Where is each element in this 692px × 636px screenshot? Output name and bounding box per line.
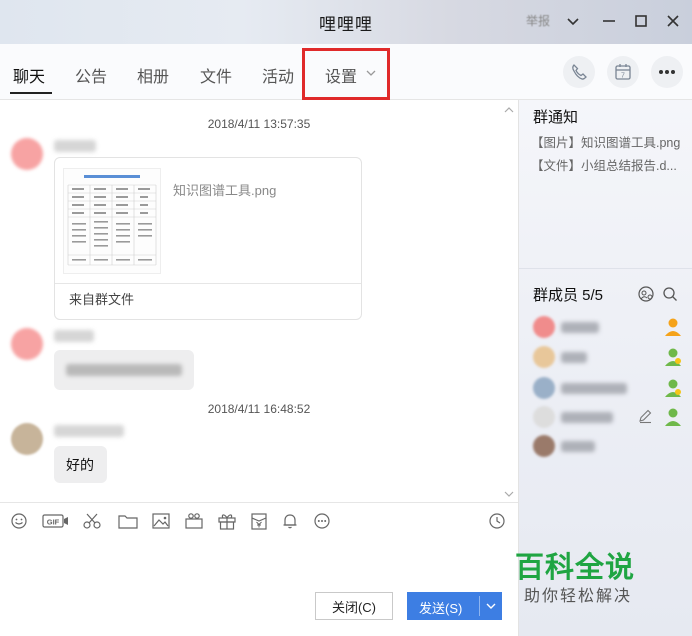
tab-bar: 聊天 公告 相册 文件 活动 设置 7: [0, 44, 692, 100]
member-name: [561, 352, 587, 363]
file-name[interactable]: 知识图谱工具.png: [173, 180, 276, 199]
file-thumbnail: [63, 168, 161, 274]
close-icon[interactable]: [662, 10, 684, 32]
scissors-icon[interactable]: [82, 512, 102, 530]
member-row[interactable]: [533, 404, 683, 430]
svg-text:GIF: GIF: [47, 518, 60, 527]
chevron-down-icon[interactable]: [562, 10, 584, 32]
tab-chat[interactable]: 聊天: [13, 63, 45, 87]
message-bubble[interactable]: [54, 350, 194, 390]
tab-activity[interactable]: 活动: [262, 63, 294, 87]
avatar[interactable]: [11, 328, 43, 360]
phone-icon[interactable]: [563, 56, 595, 88]
member-row[interactable]: [533, 433, 683, 459]
group-owner-icon: [663, 316, 683, 338]
avatar: [533, 377, 555, 399]
chat-messages[interactable]: 2018/4/11 13:57:35 知识图谱工具.png 来自群文件 2018…: [0, 100, 518, 502]
tab-announcement[interactable]: 公告: [75, 63, 107, 87]
member-row[interactable]: [533, 314, 683, 340]
send-button-divider: [479, 596, 480, 616]
more-icon[interactable]: [651, 56, 683, 88]
avatar: [533, 435, 555, 457]
avatar[interactable]: [11, 423, 43, 455]
bell-icon[interactable]: [280, 512, 300, 530]
tab-files[interactable]: 文件: [200, 63, 232, 87]
title-bar: 哩哩哩 举报: [0, 0, 692, 44]
folder-icon[interactable]: [118, 512, 138, 530]
sender-nickname: [54, 330, 94, 342]
message-bubble[interactable]: 好的: [54, 446, 107, 483]
avatar[interactable]: [11, 138, 43, 170]
send-button[interactable]: 发送(S): [407, 592, 502, 620]
member-icon: [663, 406, 683, 428]
member-settings-icon[interactable]: [637, 285, 655, 308]
edit-pencil-icon[interactable]: [637, 408, 653, 429]
history-clock-icon[interactable]: [487, 512, 507, 530]
panel-divider: [519, 268, 692, 269]
gif-icon[interactable]: GIF: [42, 512, 70, 530]
watermark-slogan: 助你轻松解决: [524, 588, 633, 605]
avatar: [533, 316, 555, 338]
file-source-label: 来自群文件: [69, 292, 135, 307]
file-card-divider: [55, 283, 361, 284]
image-icon[interactable]: [151, 512, 171, 530]
send-button-label: 发送(S): [419, 601, 463, 616]
more-circle-icon[interactable]: [312, 512, 332, 530]
member-name: [561, 383, 627, 394]
sender-nickname: [54, 140, 96, 152]
member-name: [561, 322, 599, 333]
screen-share-icon[interactable]: [184, 512, 204, 530]
message-timestamp: 2018/4/11 13:57:35: [207, 117, 311, 131]
scroll-up-icon[interactable]: [503, 102, 515, 120]
member-row[interactable]: [533, 344, 683, 370]
message-input[interactable]: [0, 538, 518, 636]
blurred-message-text: [66, 364, 182, 376]
input-toolbar: GIF: [0, 502, 518, 538]
admin-icon: [663, 346, 683, 368]
admin-icon: [663, 377, 683, 399]
settings-highlight-box: [302, 48, 390, 100]
close-button[interactable]: 关闭(C): [315, 592, 393, 620]
minimize-icon[interactable]: [598, 10, 620, 32]
emoji-icon[interactable]: [9, 512, 29, 530]
group-members-title: 群成员 5/5: [533, 287, 604, 304]
file-message-card[interactable]: 知识图谱工具.png 来自群文件: [54, 157, 362, 320]
group-notice-title[interactable]: 群通知: [533, 106, 578, 127]
active-tab-indicator: [10, 92, 52, 94]
search-icon[interactable]: [661, 285, 679, 308]
window-title: 哩哩哩: [319, 15, 373, 34]
message-text: 好的: [66, 457, 94, 473]
avatar: [533, 346, 555, 368]
send-options-chevron-icon[interactable]: [485, 596, 497, 619]
calendar-icon[interactable]: 7: [607, 56, 639, 88]
svg-text:7: 7: [621, 73, 625, 80]
tab-album[interactable]: 相册: [137, 63, 169, 87]
member-name: [561, 412, 613, 423]
message-timestamp: 2018/4/11 16:48:52: [207, 402, 311, 416]
member-name: [561, 441, 595, 452]
gift-icon[interactable]: [217, 512, 237, 530]
group-notice-item[interactable]: 【文件】小组总结报告.d...: [531, 155, 677, 174]
report-link[interactable]: 举报: [526, 12, 550, 29]
avatar: [533, 406, 555, 428]
member-row[interactable]: [533, 375, 683, 401]
sender-nickname: [54, 425, 124, 437]
watermark-logo: 百科全说: [515, 552, 636, 584]
red-packet-icon[interactable]: [249, 512, 269, 530]
maximize-icon[interactable]: [630, 10, 652, 32]
group-notice-item[interactable]: 【图片】知识图谱工具.png: [531, 132, 680, 151]
